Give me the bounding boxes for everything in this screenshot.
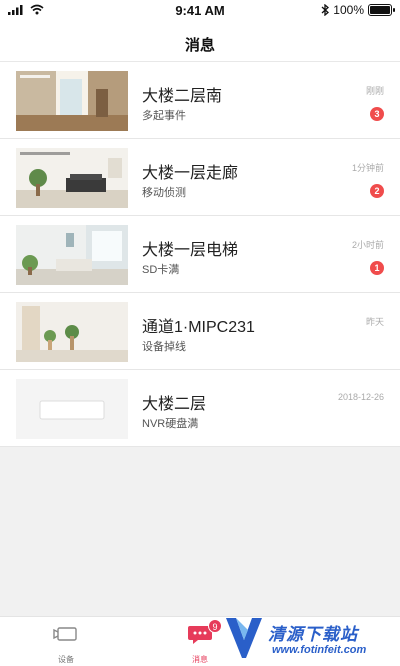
watermark-logo: 清源下载站 www.fotinfeit.com xyxy=(222,612,392,664)
camera-thumbnail xyxy=(16,71,128,131)
status-right: 100% xyxy=(321,3,395,17)
message-title: 大楼一层走廊 xyxy=(142,165,239,182)
message-title: 大楼二层 xyxy=(142,396,207,413)
camera-thumbnail xyxy=(16,379,128,439)
unread-badge: 2 xyxy=(370,184,384,198)
bluetooth-icon xyxy=(321,4,330,16)
status-bar: 9:41 AM 100% xyxy=(0,0,400,24)
battery-level xyxy=(370,6,390,14)
message-row-4[interactable]: 通道1·MIPC231 设备掉线 昨天 xyxy=(0,293,400,370)
message-title: 大楼二层南 xyxy=(142,88,223,105)
message-row-1[interactable]: 大楼二层南 多起事件 刚刚 3 xyxy=(0,62,400,139)
page-title: 消息 xyxy=(184,37,215,54)
message-subtitle: 多起事件 xyxy=(142,110,186,122)
message-time: 1分钟前 xyxy=(351,163,384,173)
messages-count-badge: 9 xyxy=(208,619,222,633)
message-row-5[interactable]: 大楼二层 NVR硬盘满 2018-12-26 xyxy=(0,370,400,447)
unread-badge: 1 xyxy=(370,261,384,275)
message-time: 刚刚 xyxy=(365,86,384,96)
message-subtitle: NVR硬盘满 xyxy=(142,418,199,430)
unread-badge: 3 xyxy=(370,107,384,121)
message-subtitle: SD卡满 xyxy=(142,264,180,276)
watermark-url: www.fotinfeit.com xyxy=(272,644,367,656)
tab-messages[interactable]: 9 消息 xyxy=(170,619,230,665)
watermark-emblem-icon xyxy=(226,618,262,658)
watermark-text: 清源下载站 xyxy=(268,625,358,644)
message-title: 通道1·MIPC231 xyxy=(142,319,255,336)
message-list: 大楼二层南 多起事件 刚刚 3 大楼一层走廊 移动侦测 1分钟前 2 大楼一层电… xyxy=(0,62,400,447)
chat-bubble-icon: 9 xyxy=(186,619,222,645)
message-subtitle: 移动侦测 xyxy=(142,187,186,199)
camera-thumbnail xyxy=(16,148,128,208)
camera-icon xyxy=(52,623,80,645)
tab-devices[interactable]: 设备 xyxy=(36,623,96,665)
nav-bar: 消息 xyxy=(0,24,400,62)
battery-icon xyxy=(368,4,395,16)
tab-devices-label: 设备 xyxy=(58,655,74,664)
camera-thumbnail xyxy=(16,302,128,362)
message-row-3[interactable]: 大楼一层电梯 SD卡满 2小时前 1 xyxy=(0,216,400,293)
battery-percent: 100% xyxy=(333,3,364,17)
tab-messages-label: 消息 xyxy=(192,655,208,664)
camera-thumbnail xyxy=(16,225,128,285)
message-time: 2018-12-26 xyxy=(337,392,384,402)
message-subtitle: 设备掉线 xyxy=(142,341,186,353)
message-time: 昨天 xyxy=(365,317,384,327)
message-time: 2小时前 xyxy=(351,240,384,250)
message-title: 大楼一层电梯 xyxy=(142,242,239,259)
message-row-2[interactable]: 大楼一层走廊 移动侦测 1分钟前 2 xyxy=(0,139,400,216)
